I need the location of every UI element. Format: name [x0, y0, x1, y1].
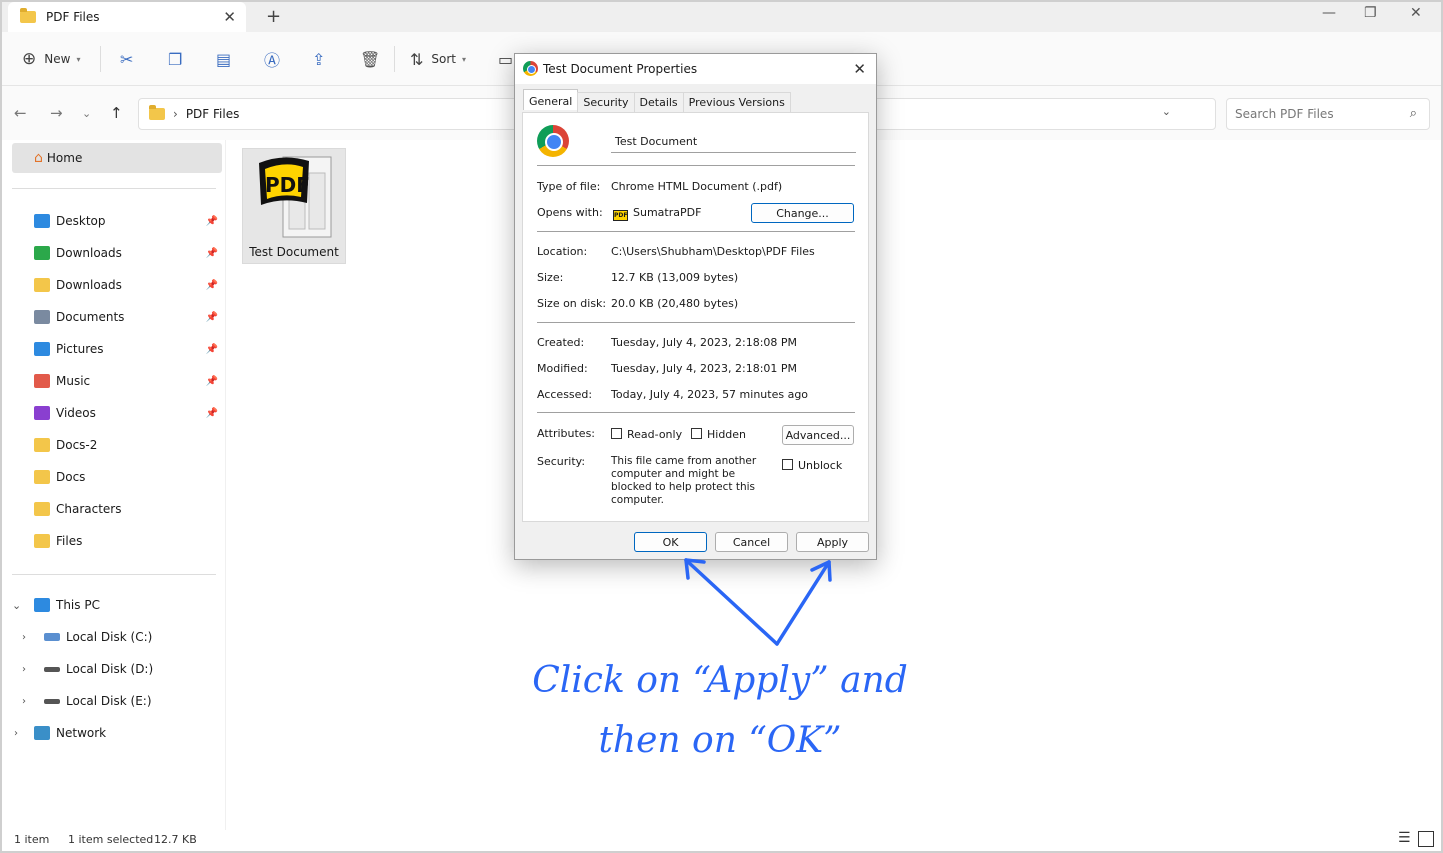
arrow-to-ok — [684, 558, 779, 646]
arrow-to-apply — [775, 560, 831, 646]
annotation-line-1: Click on “Apply” and — [532, 660, 908, 701]
annotation-line-2: then on “OK” — [598, 720, 842, 761]
